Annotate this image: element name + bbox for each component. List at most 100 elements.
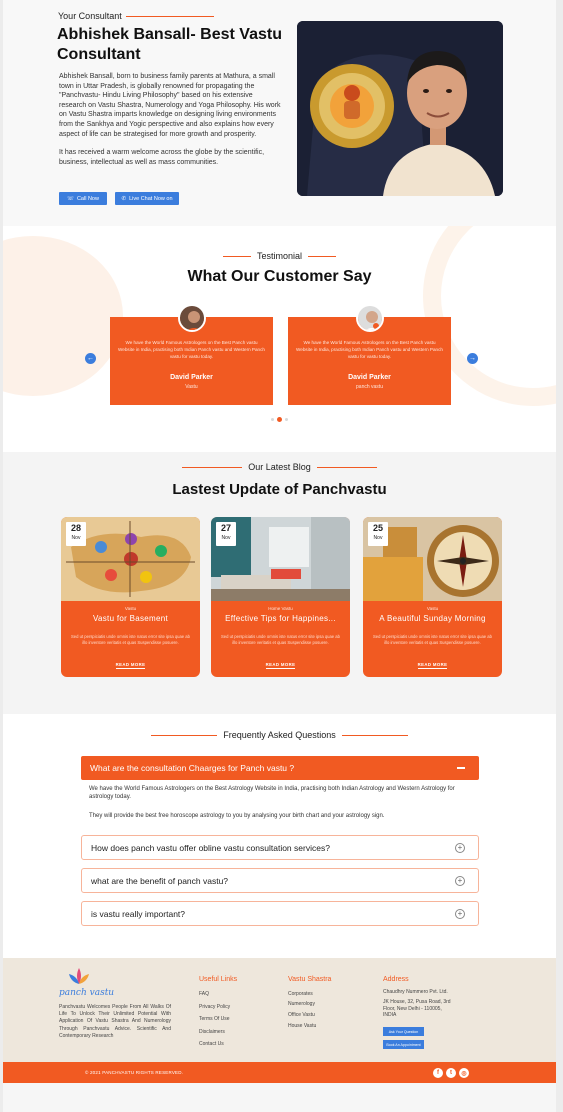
faq-item[interactable]: How does panch vastu offer obline vastu …	[81, 835, 479, 860]
company-name: Chaudhry Nummero Pvt. Ltd.	[383, 989, 448, 995]
footer-link-privacy[interactable]: Privacy Policy	[199, 1004, 230, 1010]
faq-answer: We have the World Famous Astrologers on …	[89, 786, 455, 801]
faq-eyebrow-text: Frequently Asked Questions	[223, 730, 336, 740]
blog-card[interactable]: 25 Nov Vastu A Beautiful Sunday Morning …	[363, 517, 502, 677]
ask-question-button[interactable]: Ask Your Question	[383, 1027, 424, 1036]
blog-date-day: 25	[372, 523, 383, 533]
book-appointment-button[interactable]: Book An Appointment	[383, 1040, 424, 1049]
blog-post-title[interactable]: Effective Tips for Happines...	[211, 614, 350, 623]
blog-date-month: Nov	[71, 535, 81, 541]
blog-date: 28 Nov	[66, 522, 86, 546]
eyebrow-line	[125, 15, 214, 17]
logo-text: panch vastu	[59, 988, 115, 998]
faq-item[interactable]: is vastu really important? +	[81, 901, 479, 926]
eyebrow-line	[182, 466, 243, 468]
blog-category: Home Vastu	[268, 606, 293, 611]
expand-icon: +	[455, 909, 465, 919]
testimonial-eyebrow: Testimonial	[3, 251, 556, 261]
blog-image: 27 Nov	[211, 517, 350, 601]
call-now-button[interactable]: ☏ Call Now	[59, 192, 107, 205]
useful-links-heading: Useful Links	[199, 976, 238, 983]
testimonial-section: Testimonial What Our Customer Say ← → We…	[3, 226, 556, 452]
consultant-bio: Abhishek Bansall, born to business famil…	[59, 72, 281, 176]
footer-link-office-vastu[interactable]: Office Vastu	[288, 1012, 315, 1018]
collapse-icon	[457, 767, 465, 769]
testimonial-role: panch vastu	[356, 384, 383, 390]
eyebrow-line	[151, 734, 218, 736]
footer-link-contact[interactable]: Contact Us	[199, 1041, 224, 1047]
footer-about: Panchvastu Welcomes People From All Walk…	[59, 1004, 171, 1039]
carousel-dot[interactable]	[285, 418, 288, 421]
blog-date: 25 Nov	[368, 522, 388, 546]
blog-category: Vastu	[426, 606, 439, 611]
live-chat-button[interactable]: ✆ Live Chat Now on	[115, 192, 179, 205]
faq-item-open[interactable]: What are the consultation Chaarges for P…	[81, 756, 479, 780]
read-more-link[interactable]: READ MORE	[211, 662, 350, 669]
read-more-link[interactable]: READ MORE	[61, 662, 200, 669]
call-now-label: Call Now	[76, 195, 99, 202]
blog-image: 28 Nov	[61, 517, 200, 601]
faq-item[interactable]: what are the benefit of panch vastu? +	[81, 868, 479, 893]
footer-link-house-vastu[interactable]: House Vastu	[288, 1023, 316, 1029]
copyright-text: © 2021 PANCHVASTU RIGHTS RESERVED.	[85, 1070, 184, 1075]
consultant-eyebrow-text: Your Consultant	[58, 11, 122, 21]
phone-icon: ☏	[67, 195, 74, 202]
arrow-left-icon: ←	[87, 355, 94, 362]
blog-date-month: Nov	[373, 535, 383, 541]
consultant-photo	[297, 21, 503, 196]
consultant-photo-illustration	[297, 21, 503, 196]
page: Your Consultant Abhishek Bansall- Best V…	[3, 0, 556, 1112]
copyright-bar: © 2021 PANCHVASTU RIGHTS RESERVED. f t ◎	[3, 1062, 556, 1083]
blog-post-title[interactable]: A Beautiful Sunday Morning	[363, 614, 502, 623]
read-more-label: READ MORE	[417, 662, 448, 669]
faq-section: Frequently Asked Questions What are the …	[3, 714, 556, 958]
footer-link-corporates[interactable]: Corporates	[288, 991, 313, 997]
live-chat-label: Live Chat Now on	[129, 195, 173, 202]
faq-question: How does panch vastu offer obline vastu …	[91, 842, 330, 853]
consultant-eyebrow: Your Consultant	[58, 11, 214, 21]
testimonial-name: David Parker	[348, 374, 391, 381]
read-more-link[interactable]: READ MORE	[363, 662, 502, 669]
instagram-icon[interactable]: ◎	[459, 1068, 469, 1078]
blog-post-title[interactable]: Vastu for Basement	[61, 614, 200, 623]
facebook-icon[interactable]: f	[433, 1068, 443, 1078]
expand-icon: +	[455, 876, 465, 886]
blog-card[interactable]: 28 Nov Vastu Vastu for Basement Sed ut p…	[61, 517, 200, 677]
testimonial-eyebrow-text: Testimonial	[256, 251, 303, 261]
blog-section: Our Latest Blog Lastest Update of Panchv…	[3, 452, 556, 714]
blog-eyebrow: Our Latest Blog	[3, 462, 556, 472]
blog-card[interactable]: 27 Nov Home Vastu Effective Tips for Hap…	[211, 517, 350, 677]
read-more-label: READ MORE	[265, 662, 296, 669]
blog-image: 25 Nov	[363, 517, 502, 601]
blog-excerpt: Sed ut perspiciatis unde omnis iste natu…	[71, 634, 190, 646]
consultant-title: Abhishek Bansall- Best Vastu Consultant	[57, 26, 282, 63]
whatsapp-icon: ✆	[121, 195, 127, 202]
faq-question: what are the benefit of panch vastu?	[91, 875, 229, 886]
carousel-dot-active[interactable]	[277, 417, 282, 422]
footer-link-numerology[interactable]: Numerology	[288, 1001, 315, 1007]
eyebrow-line	[341, 734, 408, 736]
testimonial-text: We have the World Famous Astrologers on …	[118, 340, 265, 359]
blog-date-day: 28	[70, 523, 81, 533]
consultant-bio-para: It has received a warm welcome across th…	[59, 149, 265, 166]
faq-answer: They will provide the best free horoscop…	[89, 813, 385, 819]
carousel-next-button[interactable]: →	[467, 353, 478, 364]
twitter-icon[interactable]: t	[446, 1068, 456, 1078]
carousel-prev-button[interactable]: ←	[85, 353, 96, 364]
blog-date-day: 27	[220, 523, 231, 533]
footer-link-disclaimers[interactable]: Disclaimers	[199, 1029, 225, 1035]
footer-link-terms[interactable]: Terms Of Use	[199, 1016, 230, 1022]
testimonial-title: What Our Customer Say	[187, 268, 372, 285]
footer-address: Chaudhry Nummero Pvt. Ltd. JK House, 32,…	[383, 989, 453, 1019]
faq-question: What are the consultation Chaarges for P…	[90, 763, 295, 773]
blog-excerpt: Sed ut perspiciatis unde omnis iste natu…	[373, 634, 492, 646]
testimonial-role: Vastu	[185, 384, 198, 390]
footer-link-faq[interactable]: FAQ	[199, 991, 209, 997]
avatar	[178, 304, 206, 332]
carousel-dot[interactable]	[271, 418, 274, 421]
read-more-label: READ MORE	[115, 662, 146, 669]
address-text: JK House, 32, Pusa Road, 3rd Floor, New …	[383, 999, 451, 1019]
consultant-bio-para: Abhishek Bansall, born to business famil…	[59, 73, 281, 138]
carousel-dots	[3, 417, 556, 422]
address-heading: Address	[383, 976, 409, 983]
